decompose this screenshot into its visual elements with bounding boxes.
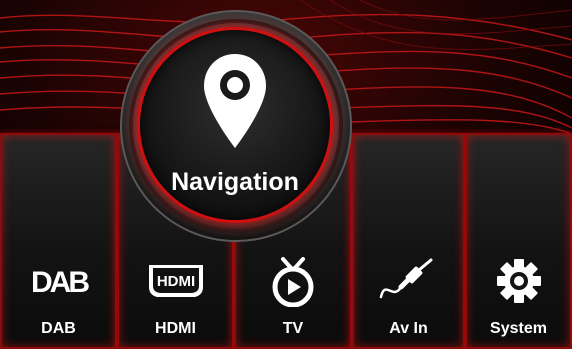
svg-text:HDMI: HDMI (156, 273, 194, 290)
tile-label-tv: TV (282, 320, 304, 337)
location-pin-icon (204, 54, 266, 148)
navigation-label: Navigation (171, 168, 299, 196)
tile-av-in[interactable]: Av In (352, 133, 465, 349)
svg-text:DAB: DAB (31, 266, 89, 299)
tile-label-av-in: Av In (389, 320, 428, 337)
av-cable-icon (354, 255, 463, 307)
dab-logo-icon: DAB (2, 255, 115, 307)
gear-icon (467, 255, 570, 307)
tile-label-hdmi: HDMI (155, 320, 196, 337)
tile-system[interactable]: System (465, 133, 572, 349)
tile-label-system: System (490, 320, 547, 337)
hdmi-logo-icon: HDMI (119, 255, 232, 307)
tv-icon (236, 255, 350, 307)
home-screen: DAB DAB HDMI HDMI TV Av In System Naviga… (0, 0, 572, 349)
tile-label-dab: DAB (41, 320, 76, 337)
navigation-button[interactable]: Navigation (140, 30, 330, 220)
tile-dab[interactable]: DAB DAB (0, 133, 117, 349)
